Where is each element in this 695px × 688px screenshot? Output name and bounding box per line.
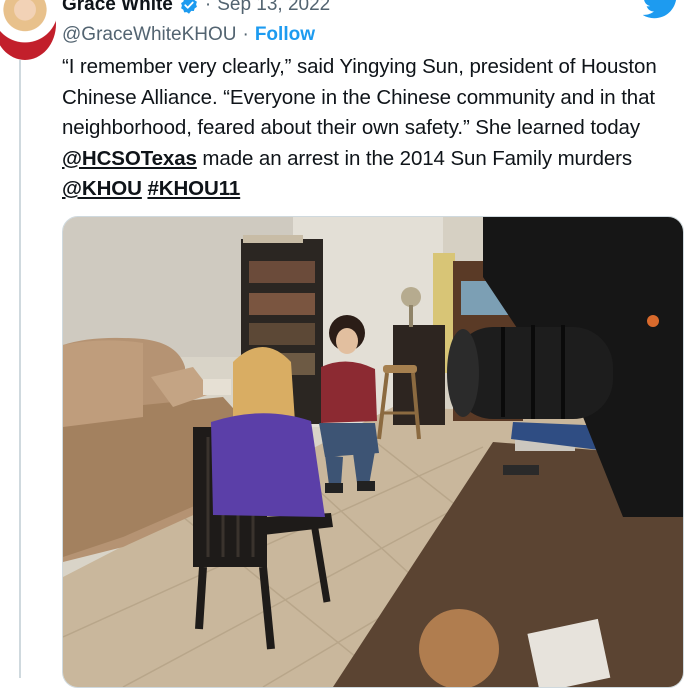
interview-photo-illustration [63,217,683,687]
hashtag-khou11-link[interactable]: #KHOU11 [147,177,240,200]
twitter-bird-icon[interactable] [643,0,681,20]
tweet-photo[interactable] [62,216,684,688]
mention-khou-link[interactable]: @KHOU [62,177,142,200]
handle-separator: · [242,24,249,45]
tweet-text-part1: “I remember very clearly,” said Yingying… [62,55,657,139]
tweet-text: “I remember very clearly,” said Yingying… [62,52,692,205]
follow-button[interactable]: Follow [255,24,315,46]
mention-hcsotexas-link[interactable]: @HCSOTexas [62,147,197,170]
verified-badge-icon [180,0,197,14]
author-display-name[interactable]: Grace White [62,0,173,16]
header-separator: · [204,0,212,15]
handle-row: @GraceWhiteKHOU · Follow [62,22,315,48]
tweet-header: Grace White · Sep 13, 2022 [62,0,695,18]
tweet-text-part2: made an arrest in the 2014 Sun Family mu… [196,146,633,170]
author-avatar[interactable] [0,0,56,60]
thread-line [19,60,21,678]
author-handle[interactable]: @GraceWhiteKHOU [62,24,237,46]
tweet-date[interactable]: Sep 13, 2022 [217,0,330,16]
